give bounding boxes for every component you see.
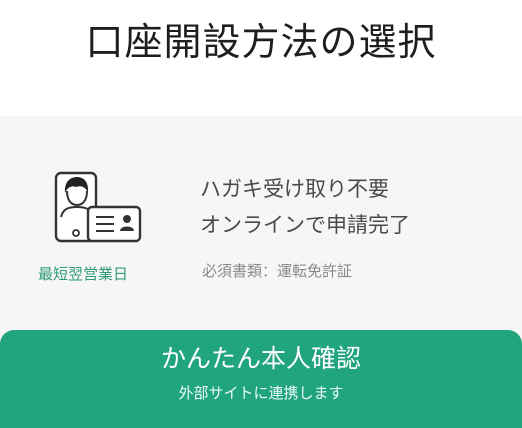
required-documents-note: 必須書類：運転免許証 — [202, 262, 353, 280]
phone-selfie-with-id-card-icon — [54, 171, 142, 243]
header: 口座開設方法の選択 — [0, 0, 522, 112]
fastest-next-business-day-badge: 最短翌営業日 — [38, 265, 129, 283]
page-title: 口座開設方法の選択 — [85, 20, 437, 64]
easy-identity-verification-button[interactable]: かんたん本人確認 外部サイトに連携します — [0, 330, 522, 428]
feature-online-application: オンラインで申請完了 — [200, 213, 410, 237]
cta-title: かんたん本人確認 — [160, 344, 361, 373]
feature-no-postcard: ハガキ受け取り不要 — [200, 177, 389, 201]
account-opening-option-card: 最短翌営業日 ハガキ受け取り不要 オンラインで申請完了 必須書類：運転免許証 か… — [0, 116, 522, 428]
cta-subtitle: 外部サイトに連携します — [178, 384, 344, 402]
